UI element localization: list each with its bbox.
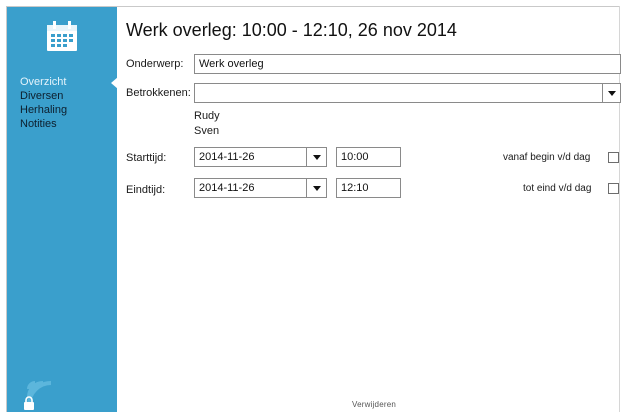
- start-label: Starttijd:: [126, 152, 167, 164]
- start-allday-label: vanaf begin v/d dag: [503, 152, 591, 163]
- sidebar-item-diversen[interactable]: Diversen: [18, 89, 117, 103]
- start-time-input[interactable]: 10:00: [336, 147, 401, 167]
- start-date-dropdown-button[interactable]: [306, 147, 327, 167]
- end-date-dropdown-button[interactable]: [306, 178, 327, 198]
- start-date-select[interactable]: 2014-11-26: [194, 147, 307, 167]
- sidebar-item-herhaling[interactable]: Herhaling: [18, 103, 117, 117]
- participants-label: Betrokkenen:: [126, 87, 191, 99]
- sidebar-nav: Overzicht Diversen Herhaling Notities: [18, 75, 118, 131]
- participants-dropdown-button[interactable]: [602, 83, 621, 103]
- calendar-icon: [47, 21, 77, 51]
- participants-input[interactable]: [194, 83, 603, 103]
- sidebar-item-label: Diversen: [20, 90, 64, 102]
- subject-label: Onderwerp:: [126, 58, 184, 70]
- end-allday-label: tot eind v/d dag: [523, 183, 592, 194]
- sidebar-item-label: Notities: [20, 118, 57, 130]
- chevron-down-icon: [312, 154, 321, 160]
- start-allday-checkbox[interactable]: [608, 152, 619, 163]
- end-label: Eindtijd:: [126, 184, 166, 196]
- page-title: Werk overleg: 10:00 - 12:10, 26 nov 2014: [126, 20, 457, 40]
- end-time-input[interactable]: 12:10: [336, 178, 401, 198]
- end-allday-checkbox[interactable]: [608, 183, 619, 194]
- chevron-down-icon: [312, 185, 321, 191]
- end-date-select[interactable]: 2014-11-26: [194, 178, 307, 198]
- sidebar-item-notities[interactable]: Notities: [18, 117, 117, 131]
- active-pointer-icon: [111, 77, 118, 89]
- sidebar: Overzicht Diversen Herhaling Notities: [7, 7, 118, 412]
- lock-icon: [24, 396, 34, 410]
- delete-button[interactable]: Verwijderen: [352, 400, 396, 409]
- chevron-down-icon: [607, 90, 616, 96]
- sidebar-item-overzicht[interactable]: Overzicht: [18, 75, 118, 89]
- subject-input[interactable]: Werk overleg: [194, 54, 621, 74]
- sidebar-item-label: Overzicht: [20, 76, 67, 88]
- participant-item: Sven: [194, 125, 220, 137]
- participant-item: Rudy: [194, 110, 220, 122]
- sidebar-item-label: Herhaling: [20, 104, 68, 116]
